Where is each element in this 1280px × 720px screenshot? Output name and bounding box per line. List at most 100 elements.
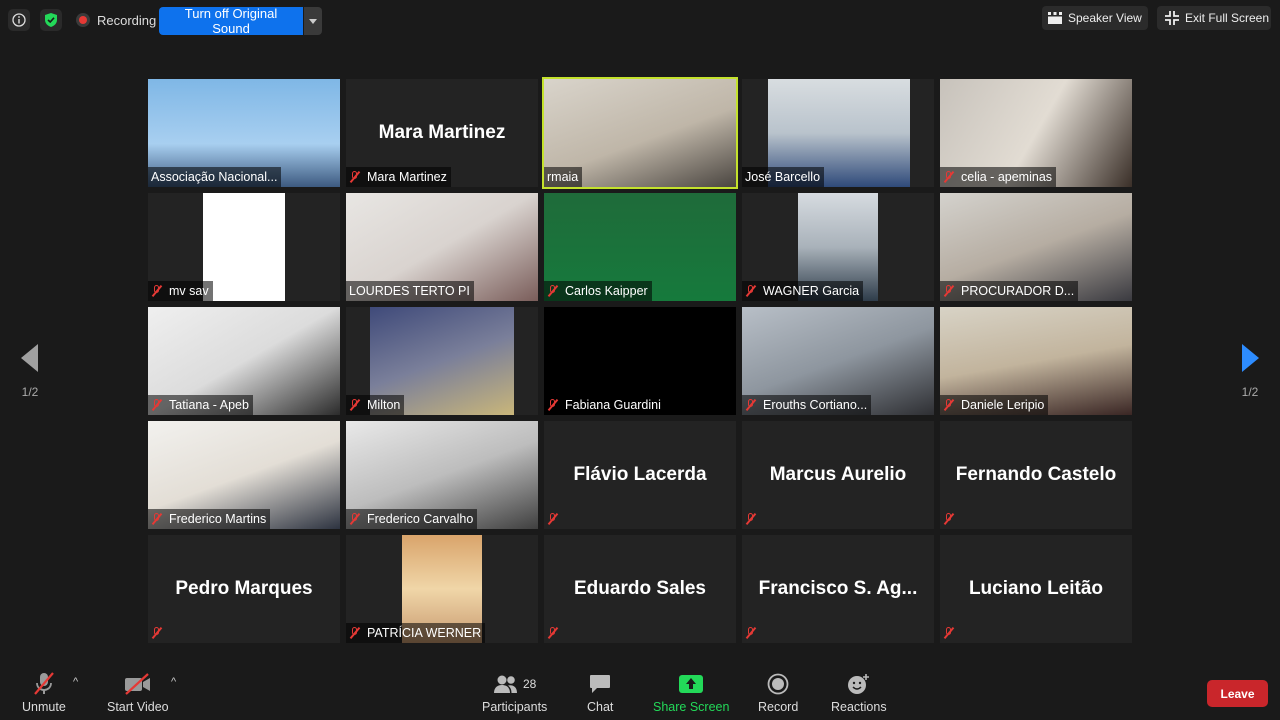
participant-name: Frederico Carvalho: [367, 512, 474, 526]
participant-name: PROCURADOR D...: [961, 284, 1075, 298]
meeting-info-icon[interactable]: [8, 9, 30, 31]
participant-tile[interactable]: Tatiana - Apeb: [148, 307, 340, 415]
previous-page-button[interactable]: 1/2: [14, 344, 46, 399]
mic-muted-icon: [745, 285, 757, 297]
participant-name-label: Associação Nacional...: [148, 167, 282, 187]
chevron-left-icon: [21, 344, 38, 372]
start-video-button[interactable]: Start Video: [107, 672, 169, 714]
participant-tile[interactable]: rmaia: [542, 77, 738, 189]
participant-name-label: [544, 509, 569, 529]
participant-tile[interactable]: Carlos Kaipper: [544, 193, 736, 301]
share-screen-button[interactable]: Share Screen: [653, 672, 729, 714]
speaker-view-button[interactable]: Speaker View: [1042, 6, 1148, 30]
mic-muted-icon: [943, 285, 955, 297]
original-sound-options-caret[interactable]: [304, 7, 322, 35]
speaker-view-icon: [1048, 12, 1062, 24]
video-options-caret[interactable]: ^: [171, 676, 176, 688]
encryption-shield-icon[interactable]: [40, 9, 62, 31]
participant-name-label: [742, 623, 767, 643]
participant-tile[interactable]: Erouths Cortiano...: [742, 307, 934, 415]
participant-tile[interactable]: Luciano Leitão: [940, 535, 1132, 643]
participant-tile[interactable]: Eduardo Sales: [544, 535, 736, 643]
video-off-icon: [124, 672, 152, 696]
participant-name-label: [148, 623, 173, 643]
participant-name-label: Fabiana Guardini: [544, 395, 665, 415]
mic-muted-icon: [745, 399, 757, 411]
participant-tile[interactable]: Fernando Castelo: [940, 421, 1132, 529]
top-bar: Recording Turn off Original Sound Speake…: [0, 0, 1280, 42]
participant-name-label: [742, 509, 767, 529]
participant-name: Associação Nacional...: [151, 170, 278, 184]
participant-tile[interactable]: LOURDES TERTO PI: [346, 193, 538, 301]
participant-tile[interactable]: Daniele Leripio: [940, 307, 1132, 415]
participant-name-label: Frederico Martins: [148, 509, 271, 529]
mic-muted-icon: [349, 171, 361, 183]
participant-tile[interactable]: mv sav: [148, 193, 340, 301]
mic-muted-icon: [547, 513, 559, 525]
record-button[interactable]: Record: [758, 672, 798, 714]
participant-tile[interactable]: Frederico Carvalho: [346, 421, 538, 529]
participant-name-label: [940, 509, 965, 529]
exit-full-screen-icon: [1165, 11, 1179, 25]
participant-tile[interactable]: PATRÍCIA WERNER: [346, 535, 538, 643]
reactions-smiley-icon: [847, 672, 871, 696]
participant-name: Mara Martinez: [367, 170, 447, 184]
participant-tile[interactable]: WAGNER Garcia: [742, 193, 934, 301]
page-indicator-left: 1/2: [21, 385, 39, 399]
participant-tile[interactable]: Marcus Aurelio: [742, 421, 934, 529]
mic-muted-icon: [151, 399, 163, 411]
participant-name: Fabiana Guardini: [565, 398, 661, 412]
unmute-label: Unmute: [22, 700, 66, 714]
participant-name: Frederico Martins: [169, 512, 267, 526]
mic-muted-icon: [547, 627, 559, 639]
participant-tile[interactable]: Milton: [346, 307, 538, 415]
participant-tile[interactable]: Fabiana Guardini: [544, 307, 736, 415]
participant-display-name: Luciano Leitão: [968, 578, 1104, 599]
participant-name-label: celia - apeminas: [940, 167, 1057, 187]
participant-display-name: Pedro Marques: [175, 578, 313, 599]
participant-display-name: Flávio Lacerda: [573, 464, 707, 485]
mic-muted-icon: [151, 627, 163, 639]
participant-tile[interactable]: José Barcello: [742, 79, 934, 187]
unmute-button[interactable]: Unmute: [22, 672, 66, 714]
record-label: Record: [758, 700, 799, 714]
record-icon: [767, 672, 789, 696]
mic-muted-icon: [349, 513, 361, 525]
participant-name-label: WAGNER Garcia: [742, 281, 864, 301]
participant-tile[interactable]: celia - apeminas: [940, 79, 1132, 187]
microphone-muted-icon: [33, 672, 55, 696]
chat-button[interactable]: Chat: [587, 672, 613, 714]
share-screen-icon: [679, 672, 704, 696]
participant-name: PATRÍCIA WERNER: [367, 626, 482, 640]
recording-label: Recording: [97, 13, 157, 28]
reactions-button[interactable]: Reactions: [831, 672, 887, 714]
participant-tile[interactable]: Flávio Lacerda: [544, 421, 736, 529]
participant-name-label: Tatiana - Apeb: [148, 395, 253, 415]
participant-name-label: Milton: [346, 395, 405, 415]
participant-tile[interactable]: Mara Martinez Mara Martinez: [346, 79, 538, 187]
participants-button[interactable]: 28 Participants: [482, 672, 547, 714]
participant-name-label: Carlos Kaipper: [544, 281, 652, 301]
participant-tile[interactable]: PROCURADOR D...: [940, 193, 1132, 301]
participant-tile[interactable]: Associação Nacional...: [148, 79, 340, 187]
mic-muted-icon: [943, 513, 955, 525]
participant-name-label: rmaia: [544, 167, 583, 187]
mic-muted-icon: [943, 399, 955, 411]
participant-name: celia - apeminas: [961, 170, 1053, 184]
turn-off-original-sound-button[interactable]: Turn off Original Sound: [159, 6, 303, 36]
next-page-button[interactable]: 1/2: [1234, 344, 1266, 399]
mic-muted-icon: [943, 627, 955, 639]
audio-options-caret[interactable]: ^: [73, 676, 78, 688]
participant-display-name: Fernando Castelo: [955, 464, 1117, 485]
participant-tile[interactable]: Francisco S. Ag...: [742, 535, 934, 643]
exit-full-screen-button[interactable]: Exit Full Screen: [1157, 6, 1271, 30]
participant-tile[interactable]: Pedro Marques: [148, 535, 340, 643]
participant-display-name: Eduardo Sales: [574, 578, 706, 599]
mic-muted-icon: [943, 171, 955, 183]
participant-tile[interactable]: Frederico Martins: [148, 421, 340, 529]
participant-name: Milton: [367, 398, 401, 412]
participant-name-label: Daniele Leripio: [940, 395, 1049, 415]
participants-label: Participants: [482, 700, 548, 714]
leave-button[interactable]: Leave: [1207, 680, 1268, 707]
participant-name-label: Mara Martinez: [346, 167, 451, 187]
